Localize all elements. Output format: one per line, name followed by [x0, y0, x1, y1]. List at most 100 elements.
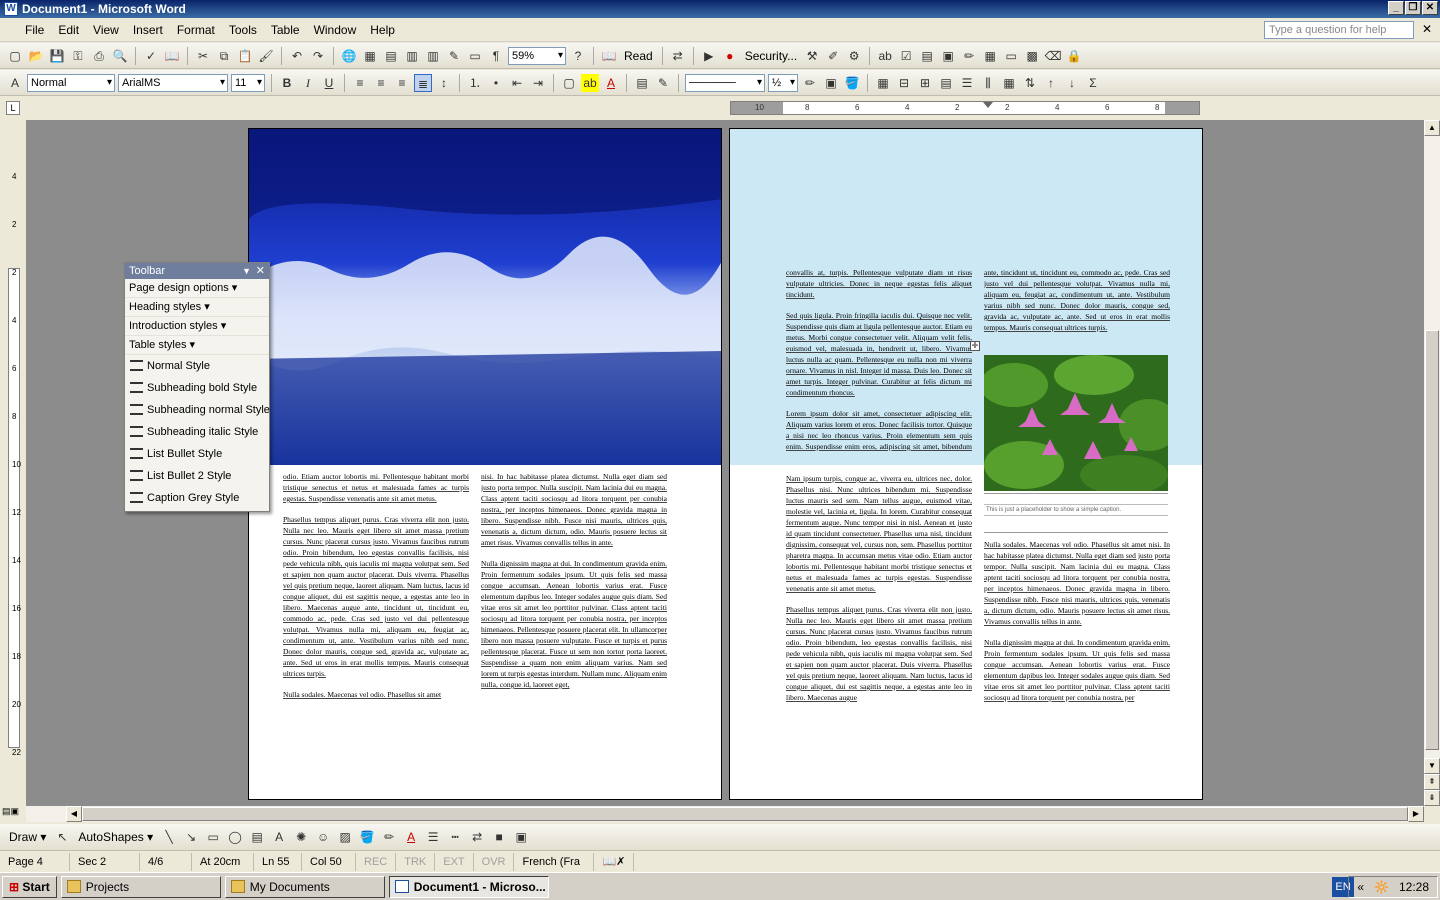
status-language[interactable]: French (Fra: [514, 852, 595, 871]
underline-icon[interactable]: U: [320, 74, 338, 92]
menu-format[interactable]: Format: [170, 23, 222, 37]
drawing-icon[interactable]: ✎: [445, 47, 463, 65]
page-right-column-1-top[interactable]: convallis at, turpis. Pellentesque vulpu…: [786, 267, 972, 453]
toolbar-close-icon[interactable]: ✕: [256, 263, 265, 279]
run-macro-icon[interactable]: ▶: [700, 47, 718, 65]
cut-icon[interactable]: ✂: [194, 47, 212, 65]
distribute-rows-icon[interactable]: ☰: [958, 74, 976, 92]
decrease-indent-icon[interactable]: ⇤: [508, 74, 526, 92]
line-color-icon[interactable]: ✏: [380, 828, 398, 846]
scroll-up-icon[interactable]: ▲: [1424, 120, 1440, 136]
read-icon[interactable]: 📖: [600, 47, 618, 65]
arrow-style-icon[interactable]: ⇄: [468, 828, 486, 846]
menu-table[interactable]: Table: [264, 23, 307, 37]
page-right-column-2-top[interactable]: ante, tincidunt ut, tincidunt eu, commod…: [984, 267, 1170, 343]
paste-icon[interactable]: 📋: [236, 47, 254, 65]
menu-tools[interactable]: Tools: [222, 23, 264, 37]
status-ext[interactable]: EXT: [435, 852, 474, 871]
redo-icon[interactable]: ↷: [309, 47, 327, 65]
arrow-tool-icon[interactable]: ↘: [182, 828, 200, 846]
spelling-icon[interactable]: ✓: [142, 47, 160, 65]
new-document-icon[interactable]: ▢: [6, 47, 24, 65]
print-preview-icon[interactable]: 🔍: [111, 47, 129, 65]
insert-excel-icon[interactable]: ▥: [403, 47, 421, 65]
font-select[interactable]: ArialMS: [118, 73, 228, 92]
scroll-down-icon[interactable]: ▼: [1424, 758, 1440, 774]
columns-icon[interactable]: ▥: [424, 47, 442, 65]
style-subheading-italic[interactable]: Subheading italic Style: [125, 421, 269, 443]
tab-selector-icon[interactable]: L: [6, 101, 20, 115]
edit-icon[interactable]: ✎: [654, 74, 672, 92]
previous-page-icon[interactable]: ⇞: [1424, 774, 1440, 790]
italic-icon[interactable]: I: [299, 74, 317, 92]
style-list-bullet[interactable]: List Bullet Style: [125, 443, 269, 465]
numbering-icon[interactable]: ⒈: [466, 74, 484, 92]
hyperlink-icon[interactable]: 🌐: [340, 47, 358, 65]
style-caption-grey[interactable]: Caption Grey Style: [125, 487, 269, 509]
style-normal[interactable]: Normal Style: [125, 355, 269, 377]
page-left-column-1[interactable]: odio. Etiam auctor lobortis mi. Pellente…: [283, 471, 469, 741]
word-app-icon[interactable]: W: [4, 2, 18, 16]
font-color-icon[interactable]: A: [602, 74, 620, 92]
style-select[interactable]: Normal: [27, 73, 115, 92]
style-subheading-bold[interactable]: Subheading bold Style: [125, 377, 269, 399]
research-icon[interactable]: 📖: [163, 47, 181, 65]
shading-color-icon[interactable]: 🪣: [843, 74, 861, 92]
show-hide-icon[interactable]: ¶: [487, 47, 505, 65]
scroll-right-icon[interactable]: ▶: [1408, 806, 1424, 822]
align-left-icon[interactable]: ≡: [351, 74, 369, 92]
horizontal-ruler[interactable]: 10 8 6 4 2 2 4 6 8: [730, 101, 1200, 115]
help-search-input[interactable]: Type a question for help: [1264, 21, 1414, 39]
clip-art-icon[interactable]: ☺: [314, 828, 332, 846]
text-direction-icon[interactable]: ⇅: [1021, 74, 1039, 92]
open-icon[interactable]: 📂: [27, 47, 45, 65]
dropdown-field-icon[interactable]: ▤: [918, 47, 936, 65]
task-projects[interactable]: Projects: [60, 875, 221, 898]
autosum-icon[interactable]: Σ: [1084, 74, 1102, 92]
autoshapes-button[interactable]: AutoShapes ▾: [75, 830, 156, 844]
menu-file[interactable]: File: [18, 23, 51, 37]
vertical-scroll-thumb[interactable]: [1425, 330, 1439, 750]
status-trk[interactable]: TRK: [396, 852, 436, 871]
increase-indent-icon[interactable]: ⇥: [529, 74, 547, 92]
draw-table-icon[interactable]: ✏: [960, 47, 978, 65]
tray-expand-icon[interactable]: «: [1357, 880, 1364, 894]
status-rec[interactable]: REC: [356, 852, 397, 871]
text-box-tool-icon[interactable]: ▤: [248, 828, 266, 846]
sort-ascending-icon[interactable]: ↑: [1042, 74, 1060, 92]
styles-pane-icon[interactable]: A: [6, 74, 24, 92]
visual-basic-icon[interactable]: ⚙: [845, 47, 863, 65]
wordart-icon[interactable]: A: [270, 828, 288, 846]
floating-toolbar-titlebar[interactable]: Toolbar ▼ ✕: [125, 263, 269, 279]
security-button[interactable]: Security...: [742, 49, 800, 63]
bold-icon[interactable]: B: [278, 74, 296, 92]
distribute-columns-icon[interactable]: ⫼: [979, 74, 997, 92]
undo-icon[interactable]: ↶: [288, 47, 306, 65]
zoom-select[interactable]: 59%: [508, 46, 566, 65]
select-objects-icon[interactable]: ↖: [53, 828, 71, 846]
task-word-document[interactable]: Document1 - Microso...: [388, 875, 549, 898]
document-close-icon[interactable]: ✕: [1422, 22, 1432, 36]
table-move-handle-icon[interactable]: ✛: [970, 341, 980, 351]
page-right-column-1-bottom[interactable]: Nam ipsum turpis, congue ac, viverra eu,…: [786, 473, 972, 741]
draw-menu-button[interactable]: Draw ▾: [6, 830, 49, 844]
vertical-scrollbar[interactable]: ▲ ▼ ⇞ ⇟: [1424, 120, 1440, 806]
scroll-left-icon[interactable]: ◀: [66, 806, 82, 822]
form-options-icon[interactable]: ▣: [939, 47, 957, 65]
picture-icon[interactable]: ▨: [336, 828, 354, 846]
menu-view[interactable]: View: [86, 23, 126, 37]
page-left-column-2[interactable]: nisi. In hac habitasse platea dictumst. …: [481, 471, 667, 741]
menu-page-design-options[interactable]: Page design options ▾: [125, 279, 269, 298]
shadow-icon[interactable]: ■: [490, 828, 508, 846]
page-right-column-2-bottom[interactable]: Nulla sodales. Maecenas vel odio. Phasel…: [984, 539, 1170, 741]
document-map-icon[interactable]: ▭: [466, 47, 484, 65]
menu-help[interactable]: Help: [363, 23, 402, 37]
toolbar-options-icon[interactable]: ▼: [242, 263, 251, 279]
read-button[interactable]: Read: [621, 49, 656, 63]
tables-borders-icon[interactable]: ▦: [361, 47, 379, 65]
reset-fields-icon[interactable]: ⌫: [1044, 47, 1062, 65]
text-field-icon[interactable]: ab: [876, 47, 894, 65]
line-weight-select[interactable]: ½: [768, 73, 798, 92]
minimize-button[interactable]: _: [1388, 1, 1404, 15]
oval-tool-icon[interactable]: ◯: [226, 828, 244, 846]
